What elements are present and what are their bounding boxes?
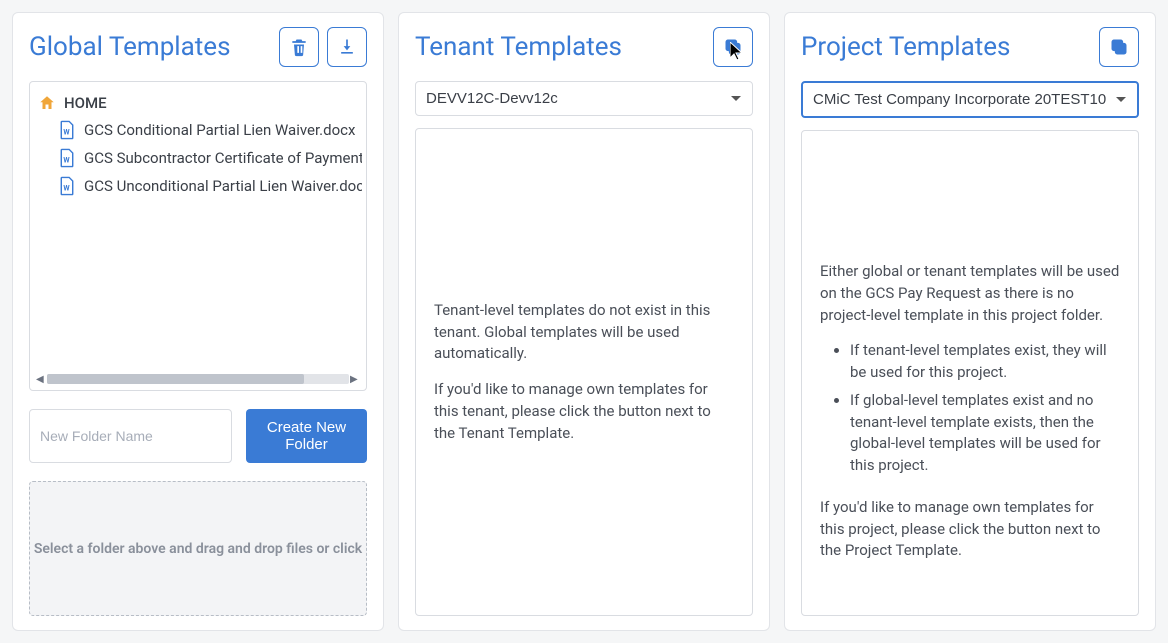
project-info-li1: If tenant-level templates exist, they wi… [850,340,1120,384]
project-panel-header: Project Templates [801,27,1139,67]
project-info-p2: If you'd like to manage own templates fo… [820,497,1120,562]
svg-text:W: W [63,127,70,136]
file-dropzone[interactable]: Select a folder above and drag and drop … [29,481,367,616]
copy-icon [723,37,743,57]
global-panel-header: Global Templates [29,27,367,67]
word-doc-icon: W [58,120,76,140]
svg-text:W: W [63,183,70,192]
project-info-li2: If global-level templates exist and no t… [850,390,1120,477]
project-info-p1: Either global or tenant templates will b… [820,261,1120,326]
word-doc-icon: W [58,148,76,168]
global-title: Global Templates [29,32,231,62]
tree-file-label: GCS Conditional Partial Lien Waiver.docx [84,121,355,139]
dropzone-text: Select a folder above and drag and drop … [34,541,362,557]
tree-home[interactable]: HOME [34,90,362,116]
tenant-info-p1: Tenant-level templates do not exist in t… [434,300,734,365]
svg-text:W: W [63,155,70,164]
project-select[interactable]: CMiC Test Company Incorporate 20TEST10 [801,81,1139,118]
word-doc-icon: W [58,176,76,196]
tenant-info-box: Tenant-level templates do not exist in t… [415,128,753,616]
tenant-templates-panel: Tenant Templates DEVV12C-Devv12c Tenant-… [398,12,770,631]
horizontal-scrollbar[interactable]: ◀ ▶ [34,372,362,386]
project-templates-panel: Project Templates CMiC Test Company Inco… [784,12,1156,631]
tree-file[interactable]: W GCS Subcontractor Certificate of Payme… [34,144,362,172]
tree-file[interactable]: W GCS Conditional Partial Lien Waiver.do… [34,116,362,144]
scroll-track[interactable] [47,374,349,384]
scroll-right-icon[interactable]: ▶ [350,374,360,385]
home-icon [38,94,56,112]
copy-tenant-button[interactable] [713,27,753,67]
tenant-panel-header: Tenant Templates [415,27,753,67]
delete-button[interactable] [279,27,319,67]
copy-icon [1109,37,1129,57]
tree-file-label: GCS Subcontractor Certificate of Payment… [84,149,362,167]
tenant-select[interactable]: DEVV12C-Devv12c [415,81,753,116]
trash-icon [289,37,309,57]
create-folder-button[interactable]: Create New Folder [246,409,367,463]
project-info-box: Either global or tenant templates will b… [801,130,1139,616]
tree-home-label: HOME [64,94,107,112]
scroll-thumb[interactable] [47,374,304,384]
scroll-left-icon[interactable]: ◀ [36,374,46,385]
folder-tree: HOME W GCS Conditional Partial Lien Waiv… [29,81,367,391]
copy-project-button[interactable] [1099,27,1139,67]
tree-file[interactable]: W GCS Unconditional Partial Lien Waiver.… [34,172,362,200]
global-templates-panel: Global Templates HOME W GCS Conditional … [12,12,384,631]
new-folder-input[interactable] [29,409,232,463]
tree-file-label: GCS Unconditional Partial Lien Waiver.do… [84,177,362,195]
project-info-list: If tenant-level templates exist, they wi… [820,340,1120,483]
project-title: Project Templates [801,32,1010,62]
tenant-info-p2: If you'd like to manage own templates fo… [434,379,734,444]
tenant-title: Tenant Templates [415,32,622,62]
download-icon [337,37,357,57]
download-button[interactable] [327,27,367,67]
